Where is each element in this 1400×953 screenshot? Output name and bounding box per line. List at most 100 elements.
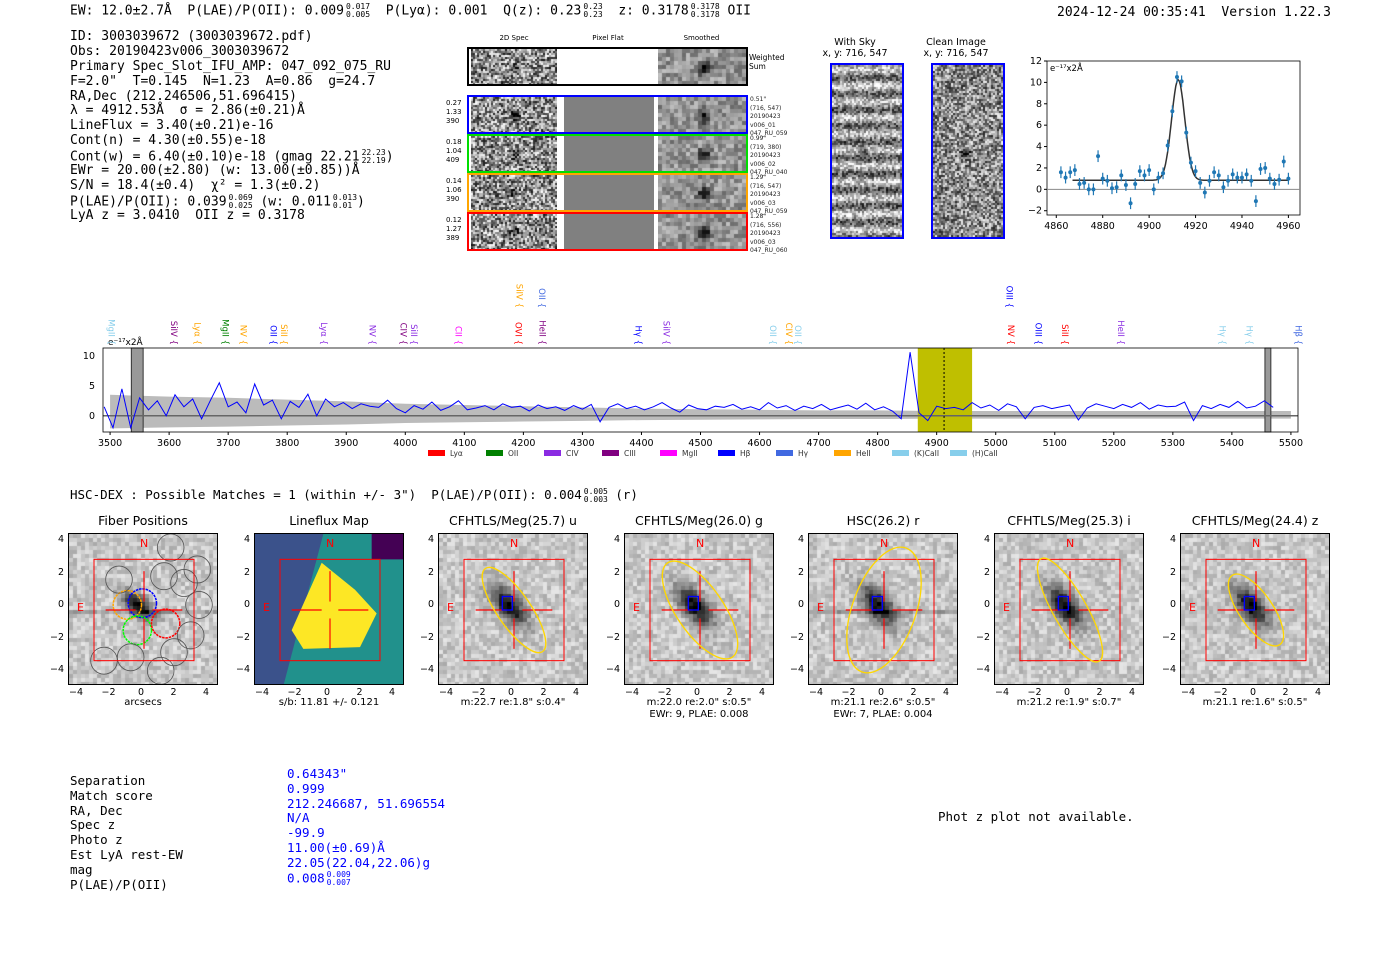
panel-title: CFHTLS/Meg(26.0) g <box>635 513 763 528</box>
y-tick-label: −4 <box>1161 664 1176 675</box>
info-text: LineFlux = 3.40(±0.21)e-16 <box>70 118 274 134</box>
data-point <box>1193 169 1198 174</box>
data-point <box>1253 199 1258 204</box>
data-point <box>1179 79 1184 84</box>
panel-caption-2: EWr: 9, PLAE: 0.008 <box>649 709 749 720</box>
x-tick-label: 3800 <box>275 438 299 449</box>
fiber-meta-line: v006_01 <box>750 121 776 129</box>
panel-title: Lineflux Map <box>289 513 369 528</box>
clean-image <box>933 65 1003 237</box>
emission-line-label: CIV { <box>398 323 408 345</box>
panel-caption: s/b: 11.81 +/- 0.121 <box>278 697 380 708</box>
match-label: Spec z <box>70 817 116 833</box>
y-tick-label: 4 <box>243 534 250 545</box>
emission-line-label: CIV { <box>783 323 793 345</box>
fiber-stat: 0.18 <box>446 138 462 146</box>
plae-value: P(LAE)/P(OII): 0.009 <box>187 3 344 19</box>
fiber-meta: 1.28" (716, 556) 20190423 v006_03 047_RU_060 <box>750 213 787 256</box>
x-tick-label: 3500 <box>98 438 122 449</box>
east-label: E <box>263 601 270 614</box>
info-text: F=2.0" T=0.145 N=1.23 A=0.86 g=24.7 <box>70 73 376 89</box>
data-point <box>1147 168 1152 173</box>
data-point <box>1072 168 1077 173</box>
fiber-circle <box>116 643 145 672</box>
x-tick-label: 4960 <box>1276 221 1300 232</box>
fiber-meta-line: 0.99" <box>750 135 767 142</box>
cutout-name: Clean Image <box>926 37 986 48</box>
fiber-meta-line: (716, 547) <box>750 104 782 112</box>
fiber-circle <box>127 588 158 619</box>
pixel-flat-image <box>564 136 654 171</box>
fiber-meta-line: 20190423 <box>750 113 781 120</box>
emission-line-label: SiII { <box>408 324 418 345</box>
data-point <box>1198 180 1203 185</box>
plae-range: 0.017 0.005 <box>346 3 370 19</box>
match-value-text: 0.64343" <box>287 766 348 781</box>
z-lo: 0.3178 <box>690 10 720 19</box>
fiber-stats: 0.18 1.04 409 <box>446 138 462 165</box>
fiber-meta-line: 1.28" <box>750 213 767 220</box>
cutout-title: With Sky x, y: 716, 547 <box>810 37 900 59</box>
fiber-row <box>467 134 748 173</box>
y-tick-label: 4 <box>1169 534 1176 545</box>
emission-line-label: HeII { <box>1115 320 1125 345</box>
version: Version 1.22.3 <box>1221 5 1331 20</box>
fiber-stat: 1.06 <box>446 186 462 194</box>
match-value: 0.64343" <box>287 766 445 782</box>
panel-overlay <box>279 534 403 684</box>
legend-swatch <box>776 450 793 456</box>
y-tick-label: −4 <box>419 664 434 675</box>
full-spectrum-chart: 3500 3600 3700 3800 3900 4000 4100 4200 4300 4400… <box>83 284 1303 458</box>
info-line: LyA z = 3.0410 OII z = 0.3178 <box>70 208 394 224</box>
match-value-text: 22.05(22.04,22.06)g <box>287 854 430 870</box>
counterpart-box <box>871 595 884 611</box>
spec-2d-image <box>471 49 557 84</box>
match-plae-lo: 0.003 <box>583 494 608 504</box>
data-point <box>1207 178 1212 183</box>
info-line: Primary Spec_Slot_IFU_AMP: 047_092_075_R… <box>70 59 394 75</box>
panel-image: NE <box>68 533 218 685</box>
y-tick-label: 4 <box>983 534 990 545</box>
match-label: Photo z <box>70 832 123 848</box>
fiber-meta-line: (719, 380) <box>750 143 782 151</box>
emission-line-label: Hγ { <box>1244 325 1254 345</box>
data-point <box>1258 167 1263 172</box>
summary-header: EW: 12.0±2.7Å P(LAE)/P(OII): 0.009 0.017 0… <box>70 3 751 19</box>
east-label: E <box>77 601 84 614</box>
fiber-circle <box>156 534 185 562</box>
spec-column-header: Pixel Flat <box>592 34 624 42</box>
z-range: 0.3178 0.3178 <box>691 3 720 19</box>
cutout-name: With Sky <box>834 37 876 48</box>
smoothed-image <box>658 175 746 210</box>
legend-label: OII <box>508 449 518 458</box>
emission-line-label: MgII { <box>105 319 115 345</box>
y-tick-label: 2 <box>613 566 620 578</box>
x-tick-label: 4900 <box>1137 221 1161 232</box>
panel-image: NE <box>438 533 588 685</box>
data-point <box>1161 171 1166 176</box>
match-value-text: 0.008 <box>287 870 325 886</box>
range-lo: 0.01 <box>332 200 353 210</box>
legend-swatch <box>892 450 909 456</box>
fiber-stat: 0.12 <box>446 216 462 224</box>
data-point <box>1137 169 1142 174</box>
data-point <box>1244 172 1249 177</box>
data-point <box>1142 173 1147 178</box>
data-point <box>1133 181 1138 186</box>
legend-label: Lyα <box>450 449 463 458</box>
data-point <box>1119 173 1124 178</box>
emission-line-label: MgII { <box>219 319 229 345</box>
fiber-meta: 0.99" (719, 380) 20190423 v006_02 047_RU_040 <box>750 135 787 178</box>
y-tick-label: −4 <box>235 664 250 675</box>
spec-2d-image <box>471 136 557 171</box>
emission-line-label: Hγ { <box>1217 325 1227 345</box>
data-point <box>1235 175 1240 180</box>
info-line: EWr = 20.00(±2.80) (w: 13.00(±0.85))Å <box>70 163 394 179</box>
x-tick-label: 4600 <box>747 438 771 449</box>
legend-label: CIII <box>624 449 636 458</box>
y-tick-label: 2 <box>1169 566 1176 578</box>
weighted-sum-row <box>467 47 748 86</box>
match-value: -99.9 <box>287 825 445 841</box>
y-tick-label: 6 <box>1036 120 1042 131</box>
match-value: 11.00(±0.69)Å <box>287 840 445 856</box>
